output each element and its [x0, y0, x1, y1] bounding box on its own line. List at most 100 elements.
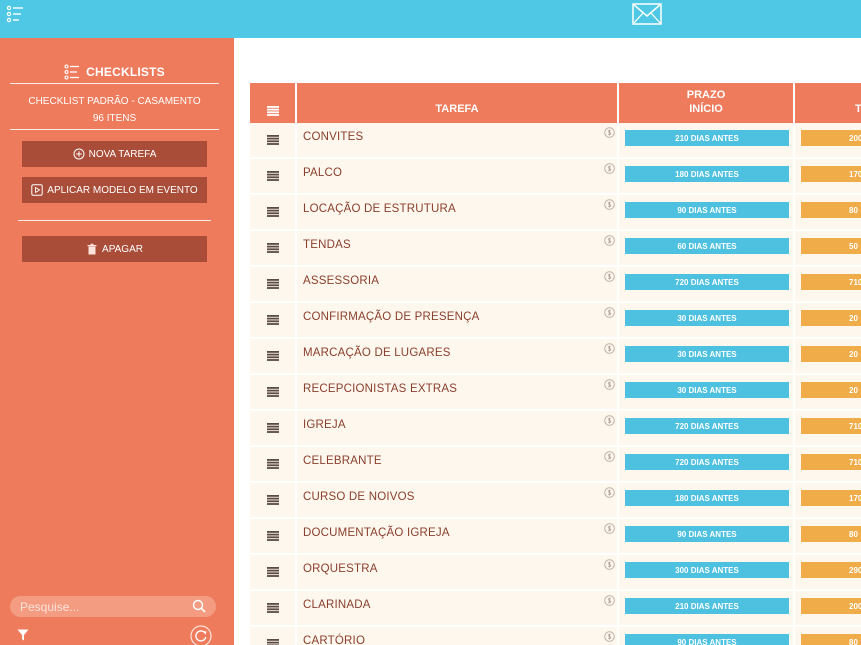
end-deadline-badge[interactable]: 20 [801, 346, 861, 362]
header-tarefa[interactable]: TAREFA [297, 83, 617, 123]
drag-handle[interactable] [250, 591, 295, 625]
end-deadline-badge[interactable]: 290 [801, 562, 861, 578]
cost-icon[interactable] [604, 631, 615, 642]
table-row[interactable]: CLARINADA 210 DIAS ANTES 200 [250, 591, 861, 627]
cost-icon[interactable] [604, 523, 615, 534]
start-deadline-badge[interactable]: 30 DIAS ANTES [625, 310, 789, 326]
table-row[interactable]: CURSO DE NOIVOS 180 DIAS ANTES 170 [250, 483, 861, 519]
start-deadline-badge[interactable]: 90 DIAS ANTES [625, 202, 789, 218]
cost-icon[interactable] [604, 271, 615, 282]
refresh-icon[interactable] [190, 625, 212, 645]
drag-handle[interactable] [250, 195, 295, 229]
task-cell[interactable]: CONFIRMAÇÃO DE PRESENÇA [297, 303, 617, 337]
drag-handle[interactable] [250, 555, 295, 589]
table-row[interactable]: CELEBRANTE 720 DIAS ANTES 710 [250, 447, 861, 483]
filter-icon[interactable] [17, 629, 29, 641]
table-row[interactable]: IGREJA 720 DIAS ANTES 710 [250, 411, 861, 447]
end-deadline-badge[interactable]: 20 [801, 382, 861, 398]
search-input[interactable] [20, 596, 190, 617]
start-deadline-badge[interactable]: 720 DIAS ANTES [625, 418, 789, 434]
task-cell[interactable]: LOCAÇÃO DE ESTRUTURA [297, 195, 617, 229]
cost-icon[interactable] [604, 163, 615, 174]
drag-handle[interactable] [250, 303, 295, 337]
table-row[interactable]: MARCAÇÃO DE LUGARES 30 DIAS ANTES 20 [250, 339, 861, 375]
cost-icon[interactable] [604, 559, 615, 570]
cost-icon[interactable] [604, 487, 615, 498]
end-deadline-badge[interactable]: 710 [801, 454, 861, 470]
start-deadline-badge[interactable]: 720 DIAS ANTES [625, 274, 789, 290]
task-cell[interactable]: CARTÓRIO [297, 627, 617, 645]
end-deadline-badge[interactable]: 710 [801, 274, 861, 290]
start-deadline-badge[interactable]: 210 DIAS ANTES [625, 598, 789, 614]
header-next[interactable]: T [795, 83, 861, 123]
start-deadline-badge[interactable]: 30 DIAS ANTES [625, 382, 789, 398]
cost-icon[interactable] [604, 415, 615, 426]
cost-icon[interactable] [604, 307, 615, 318]
table-row[interactable]: RECEPCIONISTAS EXTRAS 30 DIAS ANTES 20 [250, 375, 861, 411]
task-cell[interactable]: PALCO [297, 159, 617, 193]
end-deadline-badge[interactable]: 80 [801, 526, 861, 542]
cost-icon[interactable] [604, 343, 615, 354]
task-cell[interactable]: TENDAS [297, 231, 617, 265]
start-deadline-badge[interactable]: 720 DIAS ANTES [625, 454, 789, 470]
new-task-button[interactable]: NOVA TAREFA [22, 141, 207, 167]
cost-icon[interactable] [604, 127, 615, 138]
task-cell[interactable]: ORQUESTRA [297, 555, 617, 589]
task-cell[interactable]: CONVITES [297, 123, 617, 157]
end-deadline-badge[interactable]: 50 [801, 238, 861, 254]
drag-handle[interactable] [250, 627, 295, 645]
mail-icon[interactable] [632, 3, 662, 25]
start-deadline-badge[interactable]: 60 DIAS ANTES [625, 238, 789, 254]
end-deadline-badge[interactable]: 170 [801, 490, 861, 506]
start-deadline-badge[interactable]: 300 DIAS ANTES [625, 562, 789, 578]
list-menu-icon[interactable] [6, 5, 24, 23]
task-cell[interactable]: CELEBRANTE [297, 447, 617, 481]
drag-handle[interactable] [250, 159, 295, 193]
start-deadline-badge[interactable]: 180 DIAS ANTES [625, 490, 789, 506]
task-cell[interactable]: DOCUMENTAÇÃO IGREJA [297, 519, 617, 553]
cost-icon[interactable] [604, 595, 615, 606]
task-cell[interactable]: ASSESSORIA [297, 267, 617, 301]
table-row[interactable]: ASSESSORIA 720 DIAS ANTES 710 [250, 267, 861, 303]
drag-handle[interactable] [250, 447, 295, 481]
drag-handle[interactable] [250, 231, 295, 265]
task-cell[interactable]: CLARINADA [297, 591, 617, 625]
drag-handle[interactable] [250, 339, 295, 373]
cost-icon[interactable] [604, 199, 615, 210]
cost-icon[interactable] [604, 235, 615, 246]
task-cell[interactable]: RECEPCIONISTAS EXTRAS [297, 375, 617, 409]
header-prazo[interactable]: PRAZO INÍCIO [619, 83, 793, 123]
drag-handle[interactable] [250, 519, 295, 553]
start-deadline-badge[interactable]: 90 DIAS ANTES [625, 634, 789, 645]
drag-handle[interactable] [250, 267, 295, 301]
search-icon[interactable] [192, 599, 206, 613]
task-cell[interactable]: IGREJA [297, 411, 617, 445]
start-deadline-badge[interactable]: 90 DIAS ANTES [625, 526, 789, 542]
task-cell[interactable]: CURSO DE NOIVOS [297, 483, 617, 517]
cost-icon[interactable] [604, 451, 615, 462]
delete-button[interactable]: APAGAR [22, 236, 207, 262]
table-row[interactable]: CARTÓRIO 90 DIAS ANTES 80 [250, 627, 861, 645]
end-deadline-badge[interactable]: 200 [801, 598, 861, 614]
task-cell[interactable]: MARCAÇÃO DE LUGARES [297, 339, 617, 373]
end-deadline-badge[interactable]: 200 [801, 130, 861, 146]
end-deadline-badge[interactable]: 20 [801, 310, 861, 326]
table-row[interactable]: TENDAS 60 DIAS ANTES 50 [250, 231, 861, 267]
end-deadline-badge[interactable]: 170 [801, 166, 861, 182]
table-row[interactable]: LOCAÇÃO DE ESTRUTURA 90 DIAS ANTES 80 [250, 195, 861, 231]
drag-handle[interactable] [250, 411, 295, 445]
end-deadline-badge[interactable]: 710 [801, 418, 861, 434]
end-deadline-badge[interactable]: 80 [801, 202, 861, 218]
table-row[interactable]: DOCUMENTAÇÃO IGREJA 90 DIAS ANTES 80 [250, 519, 861, 555]
table-row[interactable]: PALCO 180 DIAS ANTES 170 [250, 159, 861, 195]
table-row[interactable]: ORQUESTRA 300 DIAS ANTES 290 [250, 555, 861, 591]
cost-icon[interactable] [604, 379, 615, 390]
drag-handle[interactable] [250, 123, 295, 157]
drag-handle[interactable] [250, 375, 295, 409]
end-deadline-badge[interactable]: 80 [801, 634, 861, 645]
apply-model-button[interactable]: APLICAR MODELO EM EVENTO [22, 177, 207, 203]
start-deadline-badge[interactable]: 180 DIAS ANTES [625, 166, 789, 182]
table-row[interactable]: CONFIRMAÇÃO DE PRESENÇA 30 DIAS ANTES 20 [250, 303, 861, 339]
start-deadline-badge[interactable]: 210 DIAS ANTES [625, 130, 789, 146]
drag-handle[interactable] [250, 483, 295, 517]
